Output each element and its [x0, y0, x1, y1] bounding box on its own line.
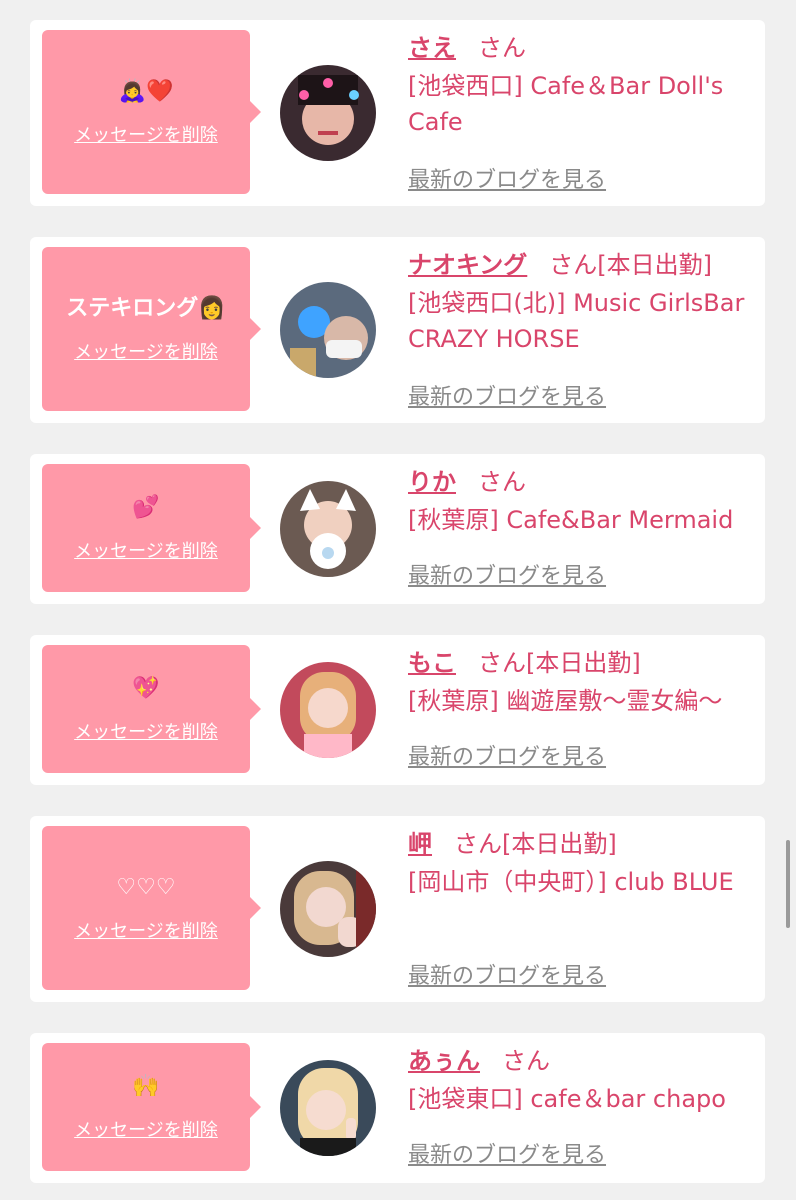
shop-text: [池袋東口] cafe＆bar chapo: [408, 1085, 726, 1113]
delete-message-link[interactable]: メッセージを削除: [74, 718, 218, 744]
host-name-suffix: さん[本日出勤]: [549, 251, 713, 279]
host-name-suffix: さん[本日出勤]: [478, 649, 641, 677]
message-text: 🙌: [132, 1074, 160, 1099]
delete-message-link[interactable]: メッセージを削除: [74, 338, 218, 364]
avatar[interactable]: [280, 282, 376, 378]
host-info: さえ さん [池袋西口] Cafe＆Bar Doll's Cafe: [408, 32, 758, 140]
avatar[interactable]: [280, 481, 376, 577]
avatar[interactable]: [280, 861, 376, 957]
shop-text: [秋葉原] 幽遊屋敷〜霊女編〜: [408, 687, 723, 715]
shop-text: [池袋西口(北)] Music GirlsBar CRAZY HORSE: [408, 289, 745, 353]
latest-blog-link[interactable]: 最新のブログを見る: [408, 739, 606, 771]
avatar[interactable]: [280, 1060, 376, 1156]
avatar[interactable]: [280, 662, 376, 758]
message-text: ステキロング👩: [66, 296, 226, 321]
delete-message-link[interactable]: メッセージを削除: [74, 537, 218, 563]
host-name-suffix: さん[本日出勤]: [454, 830, 617, 858]
shop-text: [岡山市（中央町）] club BLUE: [408, 868, 734, 896]
avatar[interactable]: [280, 65, 376, 161]
message-bubble: 💕 メッセージを削除: [42, 464, 261, 592]
scrollbar[interactable]: [786, 840, 790, 928]
message-card: ♡♡♡ メッセージを削除 岬さん[本日出勤] [岡山市（中央町）] club B…: [30, 816, 765, 1002]
message-text: 💖: [132, 676, 160, 701]
host-info: りか さん [秋葉原] Cafe&Bar Mermaid: [408, 466, 758, 538]
message-bubble: 🙌 メッセージを削除: [42, 1043, 261, 1171]
delete-message-link[interactable]: メッセージを削除: [74, 121, 218, 147]
latest-blog-link[interactable]: 最新のブログを見る: [408, 162, 606, 194]
shop-text: [池袋西口] Cafe＆Bar Doll's Cafe: [408, 72, 724, 136]
host-name-suffix: さん: [478, 468, 526, 496]
message-text: 🙇‍♀️❤️: [118, 79, 174, 104]
host-info: もこ さん[本日出勤] [秋葉原] 幽遊屋敷〜霊女編〜: [408, 647, 758, 719]
message-card: 💖 メッセージを削除 もこ さん[本日出勤] [秋葉原] 幽遊屋敷〜霊女編〜 最新…: [30, 635, 765, 785]
host-name-link[interactable]: りか: [408, 468, 456, 496]
message-card: 🙇‍♀️❤️ メッセージを削除 さえ さん [池袋西口] Cafe＆Bar Dol…: [30, 20, 765, 206]
message-bubble: ステキロング👩 メッセージを削除: [42, 247, 261, 411]
host-info: ナオキング さん[本日出勤] [池袋西口(北)] Music GirlsBar C…: [408, 249, 758, 357]
host-name-link[interactable]: 岬: [408, 830, 432, 858]
latest-blog-link[interactable]: 最新のブログを見る: [408, 958, 606, 990]
delete-message-link[interactable]: メッセージを削除: [74, 917, 218, 943]
shop-text: [秋葉原] Cafe&Bar Mermaid: [408, 506, 734, 534]
message-bubble: ♡♡♡ メッセージを削除: [42, 826, 261, 990]
delete-message-link[interactable]: メッセージを削除: [74, 1116, 218, 1142]
host-info: 岬さん[本日出勤] [岡山市（中央町）] club BLUE: [408, 828, 758, 900]
latest-blog-link[interactable]: 最新のブログを見る: [408, 1137, 606, 1169]
host-name-link[interactable]: さえ: [408, 34, 456, 62]
message-card: ステキロング👩 メッセージを削除 ナオキング さん[本日出勤] [池袋西口(北)]…: [30, 237, 765, 423]
host-name-link[interactable]: もこ: [408, 649, 456, 677]
message-bubble: 🙇‍♀️❤️ メッセージを削除: [42, 30, 261, 194]
message-card: 💕 メッセージを削除 りか さん [秋葉原] Cafe&Bar Mermaid 最…: [30, 454, 765, 604]
message-text: 💕: [132, 495, 160, 520]
host-name-suffix: さん: [502, 1047, 550, 1075]
host-name-link[interactable]: あぅん: [408, 1047, 480, 1075]
host-info: あぅん さん [池袋東口] cafe＆bar chapo: [408, 1045, 758, 1117]
host-name-suffix: さん: [478, 34, 526, 62]
latest-blog-link[interactable]: 最新のブログを見る: [408, 558, 606, 590]
message-bubble: 💖 メッセージを削除: [42, 645, 261, 773]
latest-blog-link[interactable]: 最新のブログを見る: [408, 379, 606, 411]
message-text: ♡♡♡: [116, 875, 176, 900]
host-name-link[interactable]: ナオキング: [408, 251, 527, 279]
message-card: 🙌 メッセージを削除 あぅん さん [池袋東口] cafe＆bar chapo 最…: [30, 1033, 765, 1183]
